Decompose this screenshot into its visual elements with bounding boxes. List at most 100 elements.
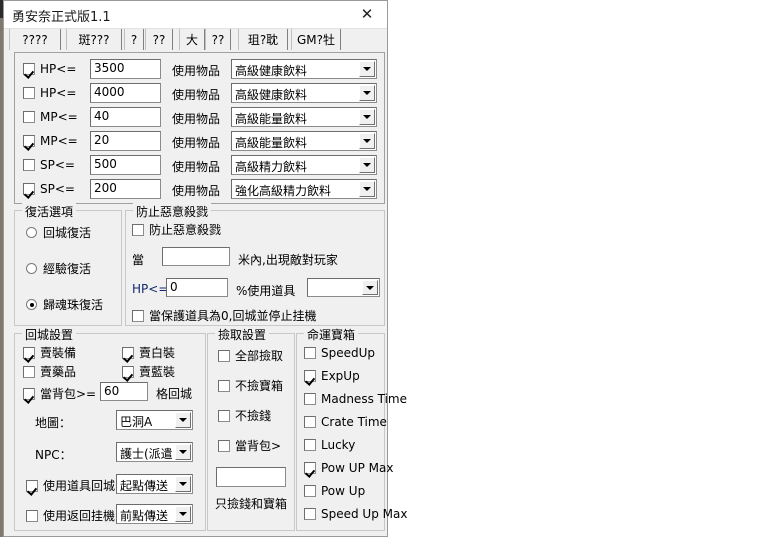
potion-row-3-item-combo[interactable]: 高級能量飲料 xyxy=(231,131,377,151)
sell-white-checkbox[interactable]: 賣白裝 xyxy=(122,344,175,361)
pickup-item-3-checkbox[interactable]: 當背包> xyxy=(218,437,281,454)
fatebox-item-6-checkbox[interactable]: Pow Up xyxy=(304,484,365,498)
pickup-item-0-checkbox[interactable]: 全部撿取 xyxy=(218,347,283,364)
potion-row-2-stat-label: MP<= xyxy=(40,110,78,124)
bag-return-input[interactable]: 60 xyxy=(100,382,148,401)
chevron-down-icon[interactable] xyxy=(359,133,375,149)
map-combo[interactable]: 巴洞A xyxy=(116,410,193,430)
tab-6[interactable]: 珇?耽 xyxy=(238,29,288,50)
potion-row-4-use-label: 使用物品 xyxy=(172,160,221,174)
pickup-item-2-checkbox[interactable]: 不撿錢 xyxy=(218,407,271,424)
tab-label: 斑??? xyxy=(78,33,110,47)
tab-label: 大 xyxy=(185,33,198,47)
back-afk-combo[interactable]: 前點傳送 xyxy=(116,504,193,524)
fatebox-item-3-checkbox[interactable]: Crate Time xyxy=(304,415,387,429)
potion-row-5-item-combo[interactable]: 強化高級精力飲料 xyxy=(231,179,377,199)
chevron-down-icon[interactable] xyxy=(359,181,375,197)
tab-7[interactable]: GM?牡 xyxy=(291,29,341,50)
potion-row-0-item-value: 高級健康飲料 xyxy=(235,64,308,78)
chevron-down-icon[interactable] xyxy=(175,444,191,460)
pickup-item-1-checkbox[interactable]: 不撿寶箱 xyxy=(218,377,283,394)
potion-row-0-checkbox[interactable]: HP<= xyxy=(23,62,76,76)
fatebox-item-1-checkbox-box xyxy=(304,370,316,382)
sell-equip-checkbox[interactable]: 賣裝備 xyxy=(23,344,76,361)
potion-row-1-item-combo[interactable]: 高級健康飲料 xyxy=(231,83,377,103)
map-label: 地圖： xyxy=(35,416,72,430)
potion-row-4-value-input[interactable]: 500 xyxy=(90,155,161,175)
potion-row-3-checkbox[interactable]: MP<= xyxy=(23,134,78,148)
potion-row-5-checkbox[interactable]: SP<= xyxy=(23,182,75,196)
pickup-item-3-checkbox-box xyxy=(218,439,230,452)
tab-4[interactable]: 大 xyxy=(179,29,205,50)
tab-2[interactable]: ? xyxy=(124,29,144,50)
potion-row-1-item-value: 高級健康飲料 xyxy=(235,88,308,102)
antipk-hp-label: HP<= xyxy=(132,282,169,296)
antipk-percent-label: %使用道具 xyxy=(236,284,296,298)
item-return-checkbox[interactable]: 使用道具回城 xyxy=(26,477,115,494)
tab-label: 珇?耽 xyxy=(247,33,279,47)
revive-option-0[interactable]: 回城復活 xyxy=(26,224,91,241)
fatebox-item-7-checkbox[interactable]: Speed Up Max xyxy=(304,507,407,521)
potion-row-1-checkbox[interactable]: HP<= xyxy=(23,86,76,100)
fatebox-item-1-checkbox[interactable]: ExpUp xyxy=(304,369,360,383)
potion-row-2-item-combo[interactable]: 高級能量飲料 xyxy=(231,107,377,127)
chevron-down-icon[interactable] xyxy=(175,506,191,522)
item-return-combo[interactable]: 起點傳送 xyxy=(116,474,193,494)
antipk-hp-input[interactable]: 0 xyxy=(166,278,228,297)
chevron-down-icon[interactable] xyxy=(362,280,378,295)
chevron-down-icon[interactable] xyxy=(359,61,375,77)
revive-option-1[interactable]: 經驗復活 xyxy=(26,260,91,277)
fatebox-item-3-checkbox-box xyxy=(304,416,316,428)
potion-row-1-value-input[interactable]: 4000 xyxy=(90,83,161,103)
potion-row-0-value-input[interactable]: 3500 xyxy=(90,59,161,79)
revive-option-0-label: 回城復活 xyxy=(43,226,92,240)
tab-1[interactable]: 斑??? xyxy=(66,29,122,50)
sell-blue-checkbox[interactable]: 賣藍裝 xyxy=(122,363,175,380)
npc-combo[interactable]: 護士(派遣 xyxy=(116,442,193,462)
close-icon[interactable]: ✕ xyxy=(349,3,385,25)
potion-row-0-checkbox-box xyxy=(23,63,35,75)
antipk-distance-input[interactable] xyxy=(162,247,230,266)
fatebox-item-5-checkbox[interactable]: Pow UP Max xyxy=(304,461,393,475)
chevron-down-icon[interactable] xyxy=(175,476,191,492)
potion-row-5-value-input[interactable]: 200 xyxy=(90,179,161,199)
tab-label: ? xyxy=(130,32,138,47)
revive-option-1-label: 經驗復活 xyxy=(43,262,92,276)
revive-option-2[interactable]: 歸魂珠復活 xyxy=(26,296,103,313)
tab-label: ???? xyxy=(22,32,48,47)
fatebox-item-6-checkbox-box xyxy=(304,485,316,497)
fatebox-item-0-checkbox[interactable]: SpeedUp xyxy=(304,346,375,360)
antipk-item-combo[interactable] xyxy=(307,278,380,297)
fatebox-item-2-checkbox[interactable]: Madness Time xyxy=(304,392,407,406)
tab-3[interactable]: ?? xyxy=(145,29,173,50)
fatebox-item-4-checkbox[interactable]: Lucky xyxy=(304,438,355,452)
chevron-down-icon[interactable] xyxy=(359,109,375,125)
tab-5[interactable]: ?? xyxy=(205,29,231,50)
sell-white-label: 賣白裝 xyxy=(139,346,176,360)
back-afk-checkbox[interactable]: 使用返回挂機 xyxy=(26,507,115,524)
potion-row-0-item-combo[interactable]: 高級健康飲料 xyxy=(231,59,377,79)
pickup-item-0-checkbox-box xyxy=(218,349,230,362)
pickup-item-3-label: 當背包> xyxy=(235,439,282,453)
chevron-down-icon[interactable] xyxy=(359,85,375,101)
bag-return-suffix: 格回城 xyxy=(156,387,193,401)
sell-potion-checkbox[interactable]: 賣藥品 xyxy=(23,363,76,380)
potion-row-4-item-combo[interactable]: 高級精力飲料 xyxy=(231,155,377,175)
potion-row-4-checkbox[interactable]: SP<= xyxy=(23,158,75,172)
sell-white-checkbox-box xyxy=(122,346,134,359)
antipk-enable-checkbox[interactable]: 防止惡意殺戮 xyxy=(132,221,221,238)
title-bar: 勇安奈正式版1.1 ✕ xyxy=(4,1,387,29)
potion-row-2-value-input[interactable]: 40 xyxy=(90,107,161,127)
chevron-down-icon[interactable] xyxy=(175,412,191,428)
revive-group-title: 復活選項 xyxy=(22,203,77,220)
chevron-down-icon[interactable] xyxy=(359,157,375,173)
potion-row-3-value-input[interactable]: 20 xyxy=(90,131,161,151)
potion-row-1-checkbox-box xyxy=(23,87,35,99)
pickup-bag-input[interactable] xyxy=(216,467,286,487)
tab-0[interactable]: ???? xyxy=(9,29,61,50)
fatebox-item-7-label: Speed Up Max xyxy=(321,507,408,521)
bag-return-checkbox[interactable]: 當背包>= xyxy=(23,385,96,402)
antipk-protect-checkbox[interactable]: 當保護道具為0,回城並停止挂機 xyxy=(132,307,316,324)
potion-row-2-checkbox[interactable]: MP<= xyxy=(23,110,78,124)
potion-row-5-item-value: 強化高級精力飲料 xyxy=(235,184,332,198)
